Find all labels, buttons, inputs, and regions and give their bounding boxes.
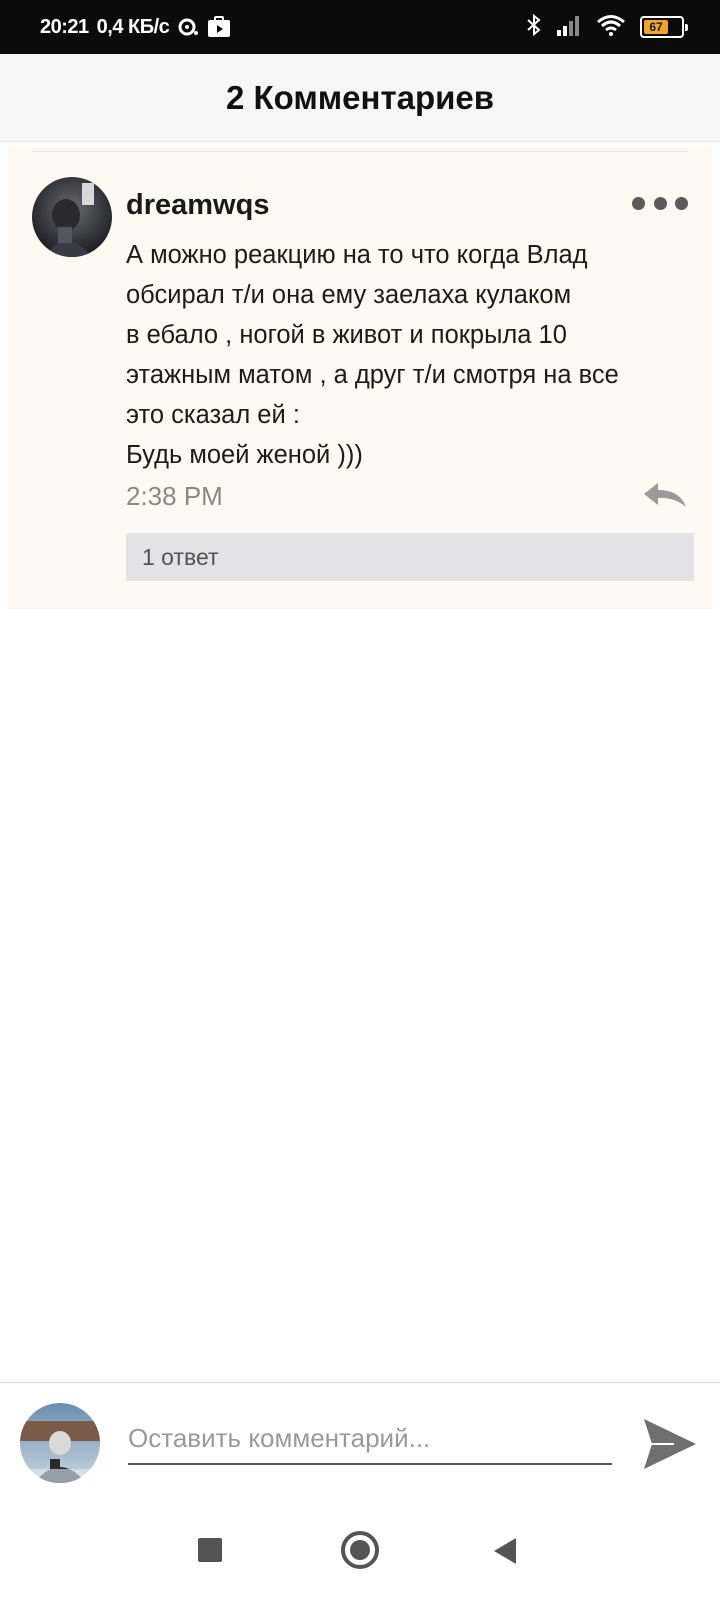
battery-icon: 67 (640, 16, 688, 38)
comment-line: А можно реакцию на то что когда Влад (126, 241, 588, 269)
user-avatar (20, 1403, 100, 1483)
battery-level: 67 (644, 20, 669, 34)
dot-icon (653, 196, 667, 210)
commenter-avatar[interactable] (32, 177, 112, 257)
network-speed: 0,4 КБ/с (96, 15, 170, 38)
status-right: 67 (526, 13, 688, 42)
comment-line: этажным матом , а друг т/и смотря на все (126, 361, 619, 389)
system-nav-bar (0, 1502, 720, 1600)
comment-input-area (0, 1382, 720, 1502)
bluetooth-icon (526, 13, 542, 42)
home-icon[interactable] (341, 1531, 379, 1569)
comment-card: dreamwqs А можно реакцию на то что когда… (8, 147, 712, 609)
comment-username[interactable]: dreamwqs (126, 189, 269, 222)
back-icon[interactable] (494, 1538, 516, 1564)
more-options-button[interactable] (632, 191, 688, 215)
status-bar: 20:21 0,4 КБ/с 67 (0, 0, 720, 54)
status-time: 20:21 (40, 15, 89, 38)
wifi-icon (596, 14, 626, 41)
comment-timestamp: 2:38 PM (126, 481, 223, 511)
header: 2 Комментариев (0, 54, 720, 142)
replies-toggle[interactable]: 1 ответ (126, 533, 694, 581)
comment-line: Будь моей женой ))) (126, 441, 363, 469)
comment-input[interactable] (128, 1413, 612, 1465)
status-left: 20:21 0,4 КБ/с (40, 16, 231, 39)
signal-icon (556, 14, 582, 41)
page-title: 2 Комментариев (225, 78, 495, 116)
divider (32, 151, 688, 152)
comment-line: в ебало , ногой в живот и покрыла 10 (126, 321, 567, 349)
send-icon[interactable] (640, 1417, 700, 1471)
comment-line: это сказал ей : (126, 401, 300, 429)
comment-line: обсирал т/и она ему заелаха кулаком (126, 281, 572, 309)
reply-icon[interactable] (642, 481, 688, 511)
screen: 20:21 0,4 КБ/с 67 2 Комментариев dreamwq… (0, 0, 720, 1600)
dot-icon (675, 196, 688, 210)
dot-icon (632, 196, 645, 210)
recents-icon[interactable] (198, 1538, 222, 1562)
youtube-icon (207, 16, 231, 38)
sync-icon (177, 17, 199, 37)
comment-text: А можно реакцию на то что когда Влад обс… (126, 235, 702, 475)
